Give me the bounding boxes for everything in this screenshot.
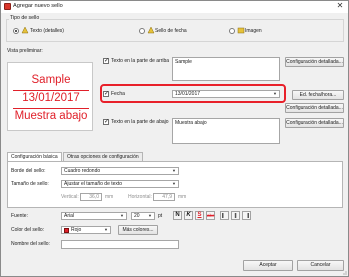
font-size-value: 20 (134, 213, 140, 219)
chevron-down-icon: ▼ (273, 91, 277, 96)
date-detail-button[interactable]: Configuración detallada... (285, 103, 344, 113)
top-text-label: Texto en la parte de arriba (111, 58, 170, 64)
window-title: Agregar nuevo sello (13, 3, 63, 9)
text-stamp-icon (21, 26, 29, 34)
border-label: Borde del sello: (11, 168, 46, 174)
radio-texto[interactable] (13, 28, 19, 34)
size-label: Tamaño de sello: (11, 181, 49, 187)
date-format-value: 13/01/2017 (175, 91, 201, 97)
align-center-button[interactable] (231, 211, 240, 220)
stamp-preview: Sample 13/01/2017 Muestra abajo (7, 62, 93, 131)
top-text-detail-button[interactable]: Configuración detallada... (285, 57, 344, 67)
resize-grip-icon[interactable] (341, 269, 347, 275)
vertical-unit: mm (105, 194, 114, 200)
radio-imagen-label: Imagen (245, 28, 262, 34)
date-label: Fecha (111, 91, 125, 97)
font-size-select[interactable]: 20 ▼ (131, 212, 155, 220)
radio-fecha[interactable] (139, 28, 145, 34)
checkbox-date[interactable]: ✓ (103, 91, 109, 97)
preview-line-top: Sample (31, 74, 71, 86)
stamp-type-label: Tipo de sello (9, 15, 41, 21)
bottom-text-detail-button[interactable]: Configuración detallada... (285, 118, 344, 128)
bottom-text-label: Texto en la parte de abajo (111, 119, 169, 125)
accept-button[interactable]: Aceptar (243, 260, 293, 271)
color-label: Color del sello: (11, 227, 45, 233)
strikethrough-button[interactable]: abc (206, 211, 215, 220)
preview-line-bottom: Muestra abajo (14, 110, 88, 122)
horizontal-unit: mm (178, 194, 187, 200)
color-value: Rojo (71, 227, 82, 233)
radio-fecha-label: Sello de fecha (155, 28, 187, 34)
radio-imagen[interactable] (229, 28, 235, 34)
align-left-icon (222, 213, 224, 218)
vertical-label: Vertical: (61, 194, 79, 200)
preview-divider-top (13, 90, 89, 91)
align-left-button[interactable] (220, 211, 229, 220)
horizontal-input[interactable]: 47,9 (153, 193, 175, 201)
border-select[interactable]: Cuadro redondo ▼ (61, 167, 179, 175)
color-select[interactable]: Rojo ▼ (61, 226, 111, 234)
align-center-icon (234, 213, 237, 218)
border-value: Cuadro redondo (64, 168, 101, 174)
bottom-text-value: Muestra abajo (175, 120, 207, 126)
font-value: Arial (64, 213, 75, 219)
bottom-text-input[interactable]: Muestra abajo (172, 118, 280, 144)
chevron-down-icon: ▼ (104, 227, 108, 232)
radio-texto-label: Texto (detalles) (30, 28, 64, 34)
top-text-input[interactable]: Sample (172, 57, 280, 81)
font-size-unit: pt (158, 213, 163, 219)
preview-line-date: 13/01/2017 (22, 92, 80, 104)
chevron-down-icon: ▼ (172, 168, 176, 173)
more-colors-button[interactable]: Más colores... (118, 225, 158, 235)
preview-divider-bottom (13, 108, 89, 109)
stamp-name-input[interactable] (61, 240, 179, 249)
chevron-down-icon: ▼ (172, 181, 176, 186)
font-label: Fuente: (11, 213, 28, 219)
font-select[interactable]: Arial ▼ (61, 212, 127, 220)
app-icon (4, 3, 11, 10)
title-bar: Agregar nuevo sello ✕ (1, 1, 348, 13)
horizontal-label: Horizontal: (128, 194, 152, 200)
vertical-input[interactable]: 36,0 (80, 193, 102, 201)
italic-button[interactable]: K (184, 211, 193, 220)
align-right-icon (247, 213, 249, 218)
chevron-down-icon: ▼ (148, 213, 152, 218)
edit-datetime-button[interactable]: Ed. fecha/hora... (292, 90, 344, 100)
preview-label: Vista preliminar: (7, 48, 43, 54)
close-button[interactable]: ✕ (335, 1, 345, 11)
checkbox-bottom-text[interactable]: ✓ (103, 119, 109, 125)
align-right-button[interactable] (242, 211, 251, 220)
bold-button[interactable]: N (173, 211, 182, 220)
underline-button[interactable]: S (195, 211, 204, 220)
checkbox-top-text[interactable]: ✓ (103, 58, 109, 64)
color-swatch (64, 228, 69, 233)
date-format-select[interactable]: 13/01/2017 ▼ (172, 90, 280, 98)
chevron-down-icon: ▼ (120, 213, 124, 218)
stamp-name-label: Nombre del sello: (11, 241, 50, 247)
dialog-window: Agregar nuevo sello ✕ Tipo de sello Text… (0, 0, 349, 277)
cancel-button[interactable]: Cancelar (297, 260, 344, 271)
top-text-value: Sample (175, 59, 192, 65)
size-value: Ajustar el tamaño de texto (64, 181, 123, 187)
image-stamp-icon (237, 27, 245, 34)
size-select[interactable]: Ajustar el tamaño de texto ▼ (61, 180, 179, 188)
date-stamp-icon (147, 26, 155, 34)
